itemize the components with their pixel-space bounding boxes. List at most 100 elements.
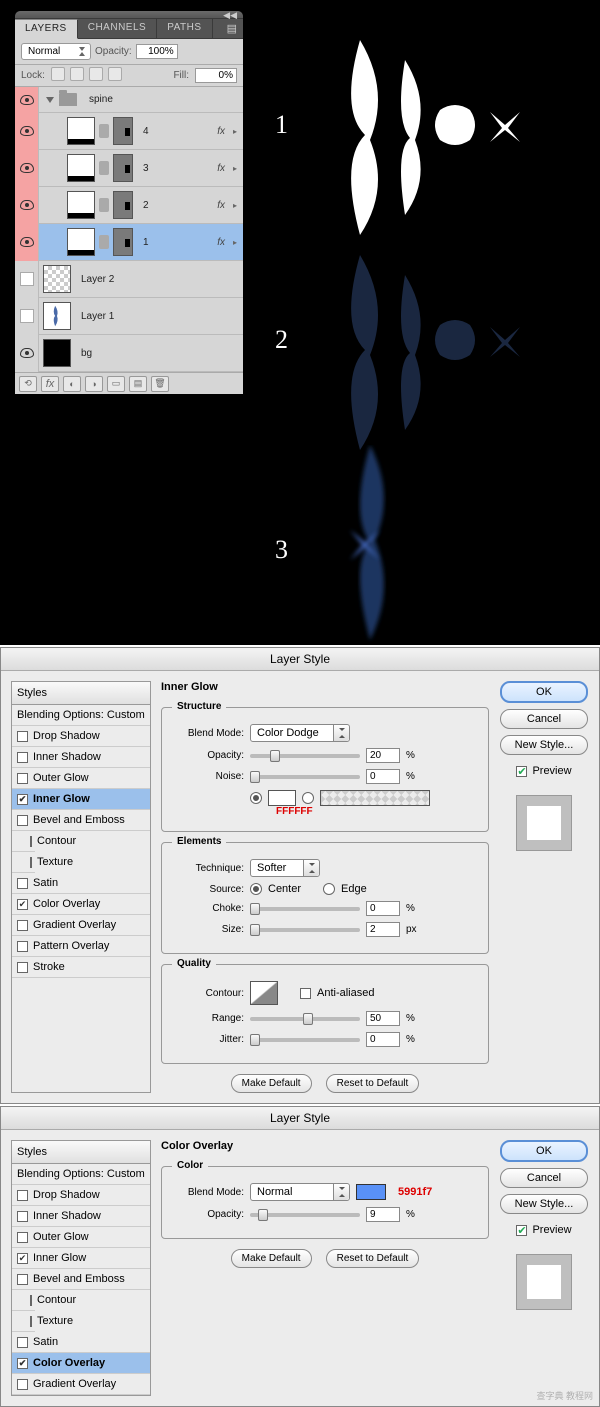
style-checkbox[interactable]: ✔ bbox=[17, 1358, 28, 1369]
layer-row[interactable]: 2 fx ▸ bbox=[15, 187, 243, 224]
style-checkbox[interactable] bbox=[17, 941, 28, 952]
style-checkbox[interactable] bbox=[17, 752, 28, 763]
add-mask-icon[interactable]: ◐ bbox=[63, 376, 81, 392]
group-row-spine[interactable]: spine bbox=[15, 87, 243, 113]
style-checkbox[interactable] bbox=[30, 836, 32, 847]
jitter-value[interactable]: 0 bbox=[366, 1032, 400, 1047]
style-item[interactable]: Bevel and Emboss bbox=[12, 1269, 150, 1290]
styles-header[interactable]: Styles bbox=[12, 682, 150, 705]
layer-name[interactable]: Layer 1 bbox=[75, 311, 243, 322]
style-checkbox[interactable] bbox=[17, 1211, 28, 1222]
style-item[interactable]: Pattern Overlay bbox=[12, 936, 150, 957]
blend-mode-dropdown[interactable]: Normal bbox=[21, 43, 91, 60]
style-checkbox[interactable] bbox=[17, 962, 28, 973]
noise-slider[interactable] bbox=[250, 775, 360, 779]
blend-mode-select[interactable]: Color Dodge bbox=[250, 724, 350, 742]
fx-disclosure-icon[interactable]: ▸ bbox=[233, 127, 243, 136]
lock-pixels-icon[interactable] bbox=[70, 67, 84, 81]
range-slider[interactable] bbox=[250, 1017, 360, 1021]
new-layer-icon[interactable]: ▤ bbox=[129, 376, 147, 392]
add-adjustment-icon[interactable]: ◑ bbox=[85, 376, 103, 392]
blending-options-item[interactable]: Blending Options: Custom bbox=[12, 705, 150, 726]
style-item[interactable]: Satin bbox=[12, 873, 150, 894]
layer-row[interactable]: 1 fx ▸ bbox=[15, 224, 243, 261]
style-item[interactable]: Stroke bbox=[12, 957, 150, 978]
style-item[interactable]: Contour bbox=[12, 1290, 35, 1311]
cancel-button[interactable]: Cancel bbox=[500, 1168, 588, 1188]
visibility-toggle[interactable] bbox=[15, 298, 39, 335]
layer-name[interactable]: Layer 2 bbox=[75, 274, 243, 285]
style-checkbox[interactable] bbox=[30, 857, 32, 868]
panel-titlebar[interactable]: ◀◀ bbox=[15, 11, 243, 19]
color-swatch[interactable] bbox=[268, 790, 296, 806]
fx-badge[interactable]: fx bbox=[217, 163, 229, 174]
visibility-toggle[interactable] bbox=[15, 261, 39, 298]
choke-value[interactable]: 0 bbox=[366, 901, 400, 916]
layer-row[interactable]: Layer 2 bbox=[15, 261, 243, 298]
opacity-slider[interactable] bbox=[250, 754, 360, 758]
layer-thumbnail[interactable] bbox=[67, 228, 95, 256]
style-checkbox[interactable]: ✔ bbox=[17, 1253, 28, 1264]
style-item[interactable]: Drop Shadow bbox=[12, 1185, 150, 1206]
opacity-value[interactable]: 9 bbox=[366, 1207, 400, 1222]
ok-button[interactable]: OK bbox=[500, 1140, 588, 1162]
style-item[interactable]: Drop Shadow bbox=[12, 726, 150, 747]
fill-field[interactable]: 0% bbox=[195, 68, 237, 83]
tab-channels[interactable]: CHANNELS bbox=[78, 19, 157, 38]
style-item[interactable]: Gradient Overlay bbox=[12, 915, 150, 936]
style-item[interactable]: ✔Color Overlay bbox=[12, 894, 150, 915]
size-value[interactable]: 2 bbox=[366, 922, 400, 937]
preview-checkbox[interactable]: ✔ bbox=[516, 1225, 527, 1236]
layer-name[interactable]: 4 bbox=[137, 126, 213, 137]
style-item[interactable]: Contour bbox=[12, 831, 35, 852]
mask-thumbnail[interactable] bbox=[113, 154, 133, 182]
lock-all-icon[interactable] bbox=[108, 67, 122, 81]
fx-badge[interactable]: fx bbox=[217, 126, 229, 137]
mask-thumbnail[interactable] bbox=[113, 117, 133, 145]
collapse-icon[interactable]: ◀◀ bbox=[223, 11, 237, 19]
new-group-icon[interactable]: ▭ bbox=[107, 376, 125, 392]
tab-paths[interactable]: PATHS bbox=[157, 19, 212, 38]
layer-thumbnail[interactable] bbox=[67, 191, 95, 219]
choke-slider[interactable] bbox=[250, 907, 360, 911]
layer-thumbnail[interactable] bbox=[43, 265, 71, 293]
style-item[interactable]: Gradient Overlay bbox=[12, 1374, 150, 1395]
source-center-radio[interactable] bbox=[250, 883, 262, 895]
layer-name[interactable]: 1 bbox=[137, 237, 213, 248]
reset-default-button[interactable]: Reset to Default bbox=[326, 1249, 420, 1268]
layer-thumbnail[interactable] bbox=[43, 302, 71, 330]
style-checkbox[interactable] bbox=[17, 1190, 28, 1201]
blending-options-item[interactable]: Blending Options: Custom bbox=[12, 1164, 150, 1185]
gradient-radio[interactable] bbox=[302, 792, 314, 804]
source-edge-radio[interactable] bbox=[323, 883, 335, 895]
lock-transparent-icon[interactable] bbox=[51, 67, 65, 81]
style-item[interactable]: Bevel and Emboss bbox=[12, 810, 150, 831]
style-checkbox[interactable] bbox=[30, 1316, 32, 1327]
layer-name[interactable]: 3 bbox=[137, 163, 213, 174]
link-layers-icon[interactable]: ⟲ bbox=[19, 376, 37, 392]
gradient-swatch[interactable] bbox=[320, 790, 430, 806]
fx-badge[interactable]: fx bbox=[217, 200, 229, 211]
size-slider[interactable] bbox=[250, 928, 360, 932]
delete-layer-icon[interactable]: 🗑 bbox=[151, 376, 169, 392]
opacity-field[interactable]: 100% bbox=[136, 44, 178, 59]
fx-disclosure-icon[interactable]: ▸ bbox=[233, 238, 243, 247]
color-radio[interactable] bbox=[250, 792, 262, 804]
style-checkbox[interactable] bbox=[17, 815, 28, 826]
group-name[interactable]: spine bbox=[83, 94, 243, 105]
preview-checkbox[interactable]: ✔ bbox=[516, 766, 527, 777]
style-checkbox[interactable] bbox=[17, 878, 28, 889]
layer-thumbnail[interactable] bbox=[67, 117, 95, 145]
visibility-toggle[interactable] bbox=[15, 87, 39, 113]
style-item[interactable]: Inner Shadow bbox=[12, 1206, 150, 1227]
reset-default-button[interactable]: Reset to Default bbox=[326, 1074, 420, 1093]
style-item[interactable]: ✔Inner Glow bbox=[12, 789, 150, 810]
make-default-button[interactable]: Make Default bbox=[231, 1074, 312, 1093]
layer-row[interactable]: Layer 1 bbox=[15, 298, 243, 335]
style-item[interactable]: ✔Color Overlay bbox=[12, 1353, 150, 1374]
style-checkbox[interactable] bbox=[17, 1337, 28, 1348]
style-checkbox[interactable]: ✔ bbox=[17, 794, 28, 805]
fx-badge[interactable]: fx bbox=[217, 237, 229, 248]
visibility-toggle[interactable] bbox=[15, 335, 39, 372]
new-style-button[interactable]: New Style... bbox=[500, 735, 588, 755]
